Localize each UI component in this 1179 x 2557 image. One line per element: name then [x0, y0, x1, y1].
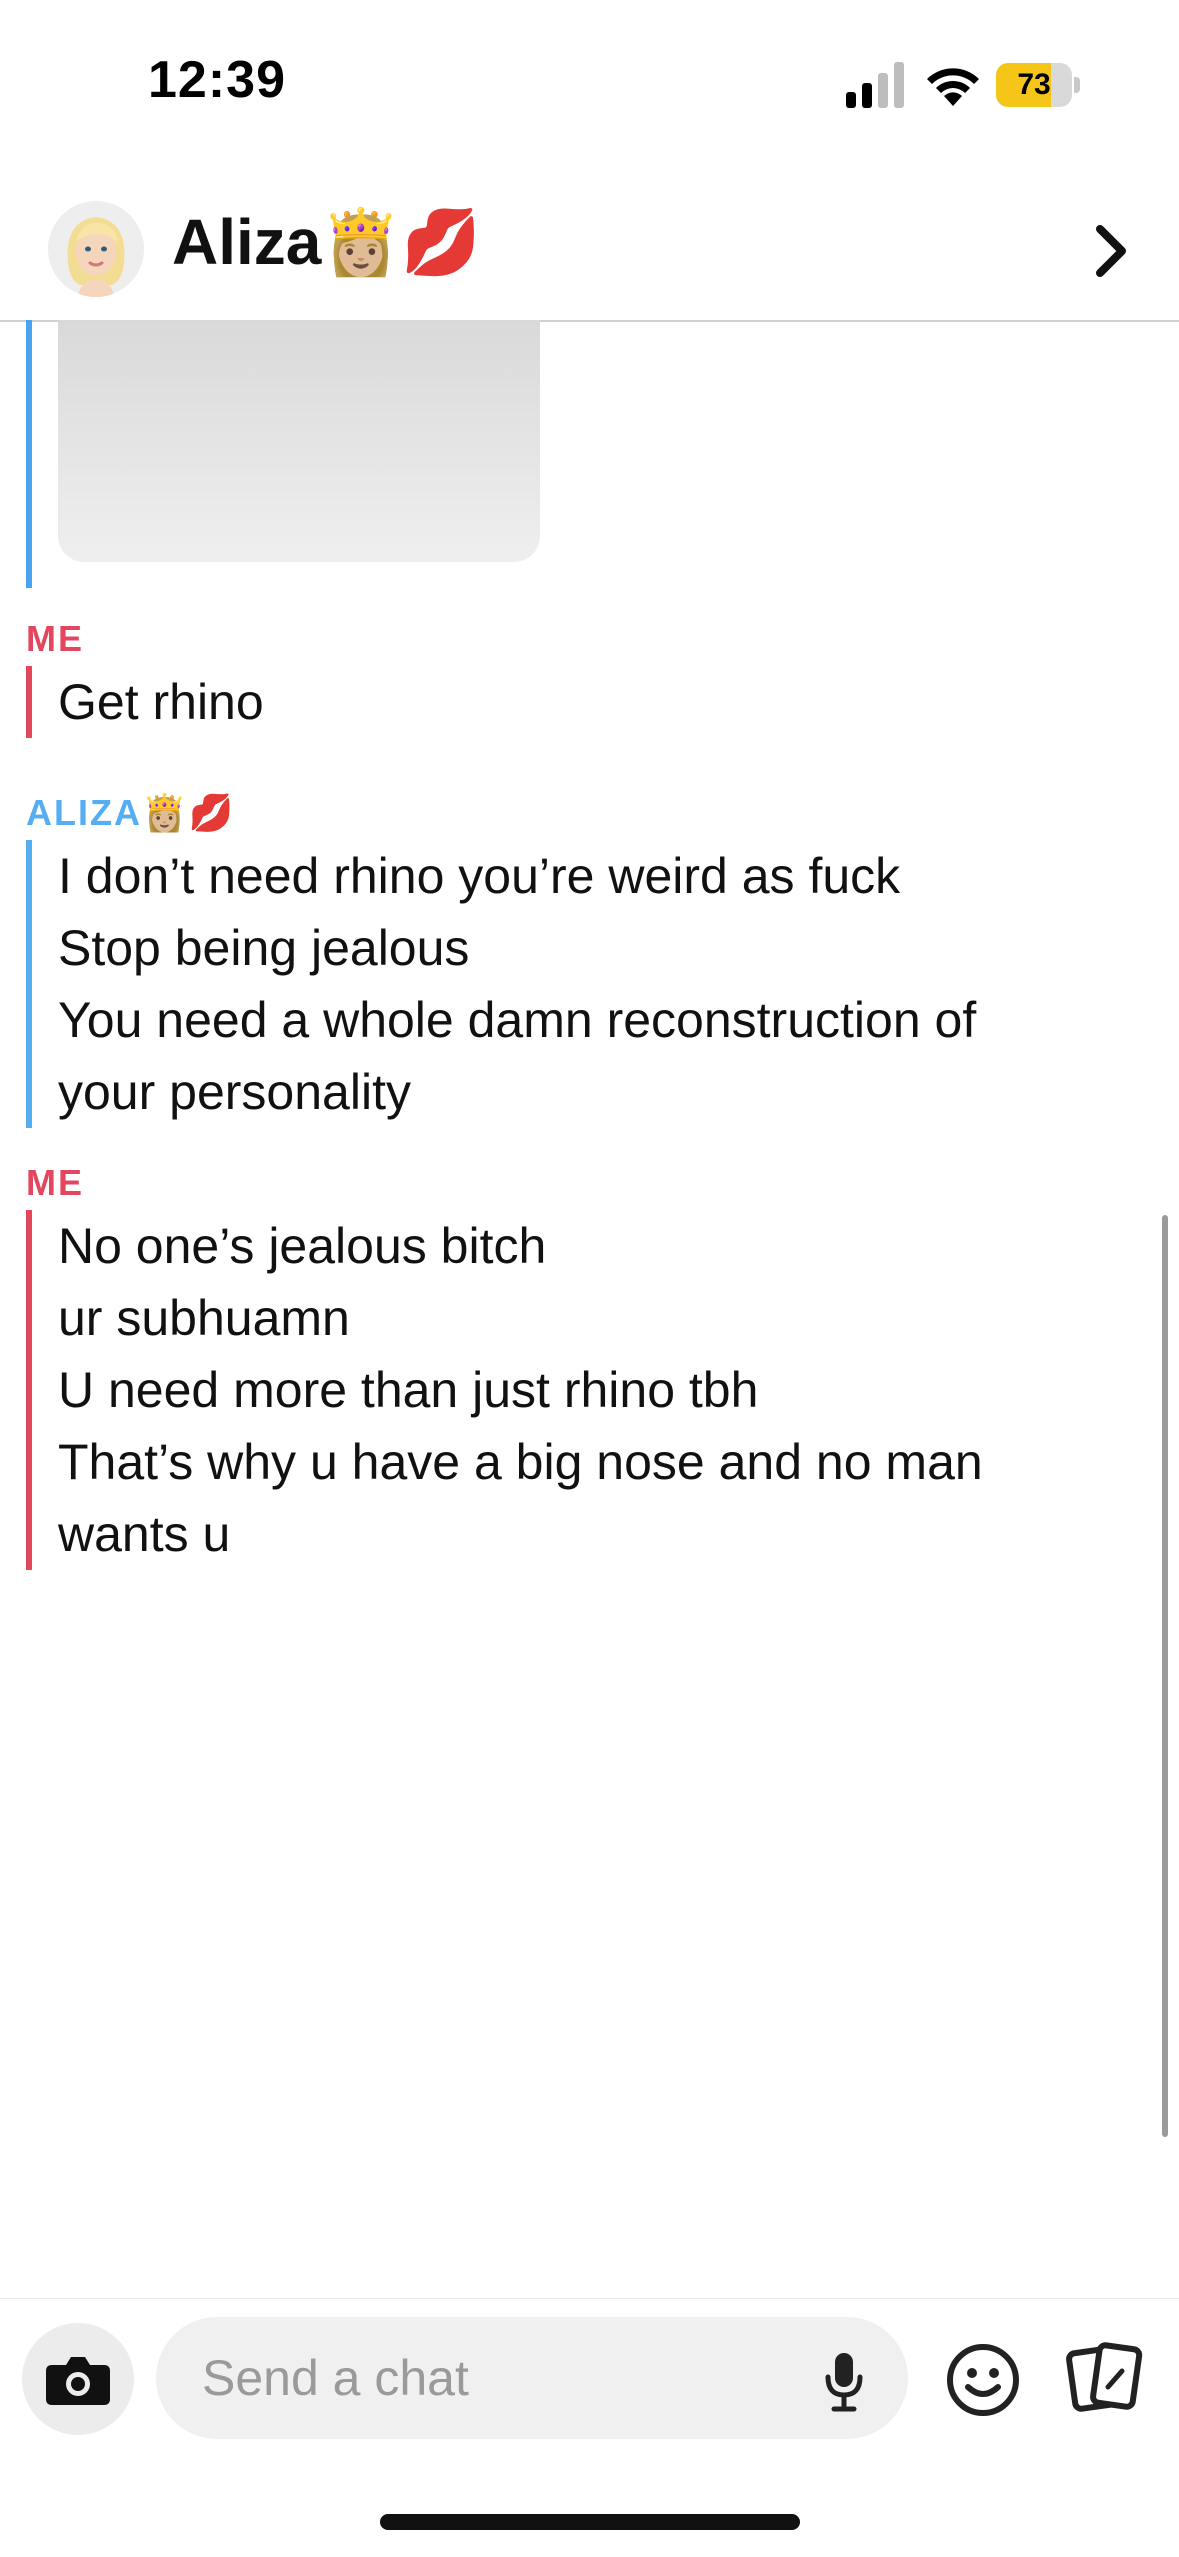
message-group-me: No one’s jealous bitch ur subhuamn U nee…: [26, 1210, 983, 1570]
message-text[interactable]: Stop being jealous: [58, 912, 976, 984]
avatar[interactable]: [48, 201, 144, 297]
sender-label-me: ME: [26, 618, 84, 659]
sender-label-me: ME: [26, 1162, 84, 1203]
message-text[interactable]: wants u: [58, 1498, 983, 1570]
chat-header: Aliza👸🏼💋: [0, 175, 1179, 322]
message-text[interactable]: You need a whole damn reconstruction of: [58, 984, 976, 1056]
message-text[interactable]: ur subhuamn: [58, 1282, 983, 1354]
message-text[interactable]: Get rhino: [58, 666, 264, 738]
message-group-aliza: I don’t need rhino you’re weird as fuck …: [26, 840, 976, 1128]
cellular-signal-icon: [846, 62, 904, 108]
smiley-icon[interactable]: [944, 2341, 1022, 2419]
scrollbar[interactable]: [1162, 1215, 1168, 2137]
status-time: 12:39: [148, 51, 286, 109]
status-bar: 12:39 73: [0, 0, 1179, 175]
message-text[interactable]: U need more than just rhino tbh: [58, 1354, 983, 1426]
battery-indicator: 73: [996, 63, 1080, 107]
message-text[interactable]: I don’t need rhino you’re weird as fuck: [58, 840, 976, 912]
wifi-icon: [927, 68, 979, 106]
home-indicator: [380, 2514, 800, 2530]
chevron-right-icon[interactable]: [1092, 223, 1132, 279]
cards-icon[interactable]: [1064, 2337, 1146, 2419]
message-text[interactable]: your personality: [58, 1056, 976, 1128]
chat-title[interactable]: Aliza👸🏼💋: [172, 205, 481, 280]
battery-percentage: 73: [1017, 68, 1051, 101]
media-message: [26, 320, 552, 588]
camera-button[interactable]: [22, 2323, 134, 2435]
chat-input[interactable]: [156, 2317, 908, 2439]
microphone-icon[interactable]: [818, 2349, 870, 2413]
bitmoji-avatar-icon: [48, 201, 144, 297]
media-thumbnail[interactable]: [58, 320, 540, 562]
message-text[interactable]: No one’s jealous bitch: [58, 1210, 983, 1282]
battery-cap: [1074, 77, 1080, 93]
message-text[interactable]: That’s why u have a big nose and no man: [58, 1426, 983, 1498]
sender-label-aliza: ALIZA👸🏼💋: [26, 792, 236, 833]
message-group-me: Get rhino: [26, 666, 264, 738]
battery-body: 73: [996, 63, 1072, 107]
camera-icon: [46, 2357, 110, 2405]
